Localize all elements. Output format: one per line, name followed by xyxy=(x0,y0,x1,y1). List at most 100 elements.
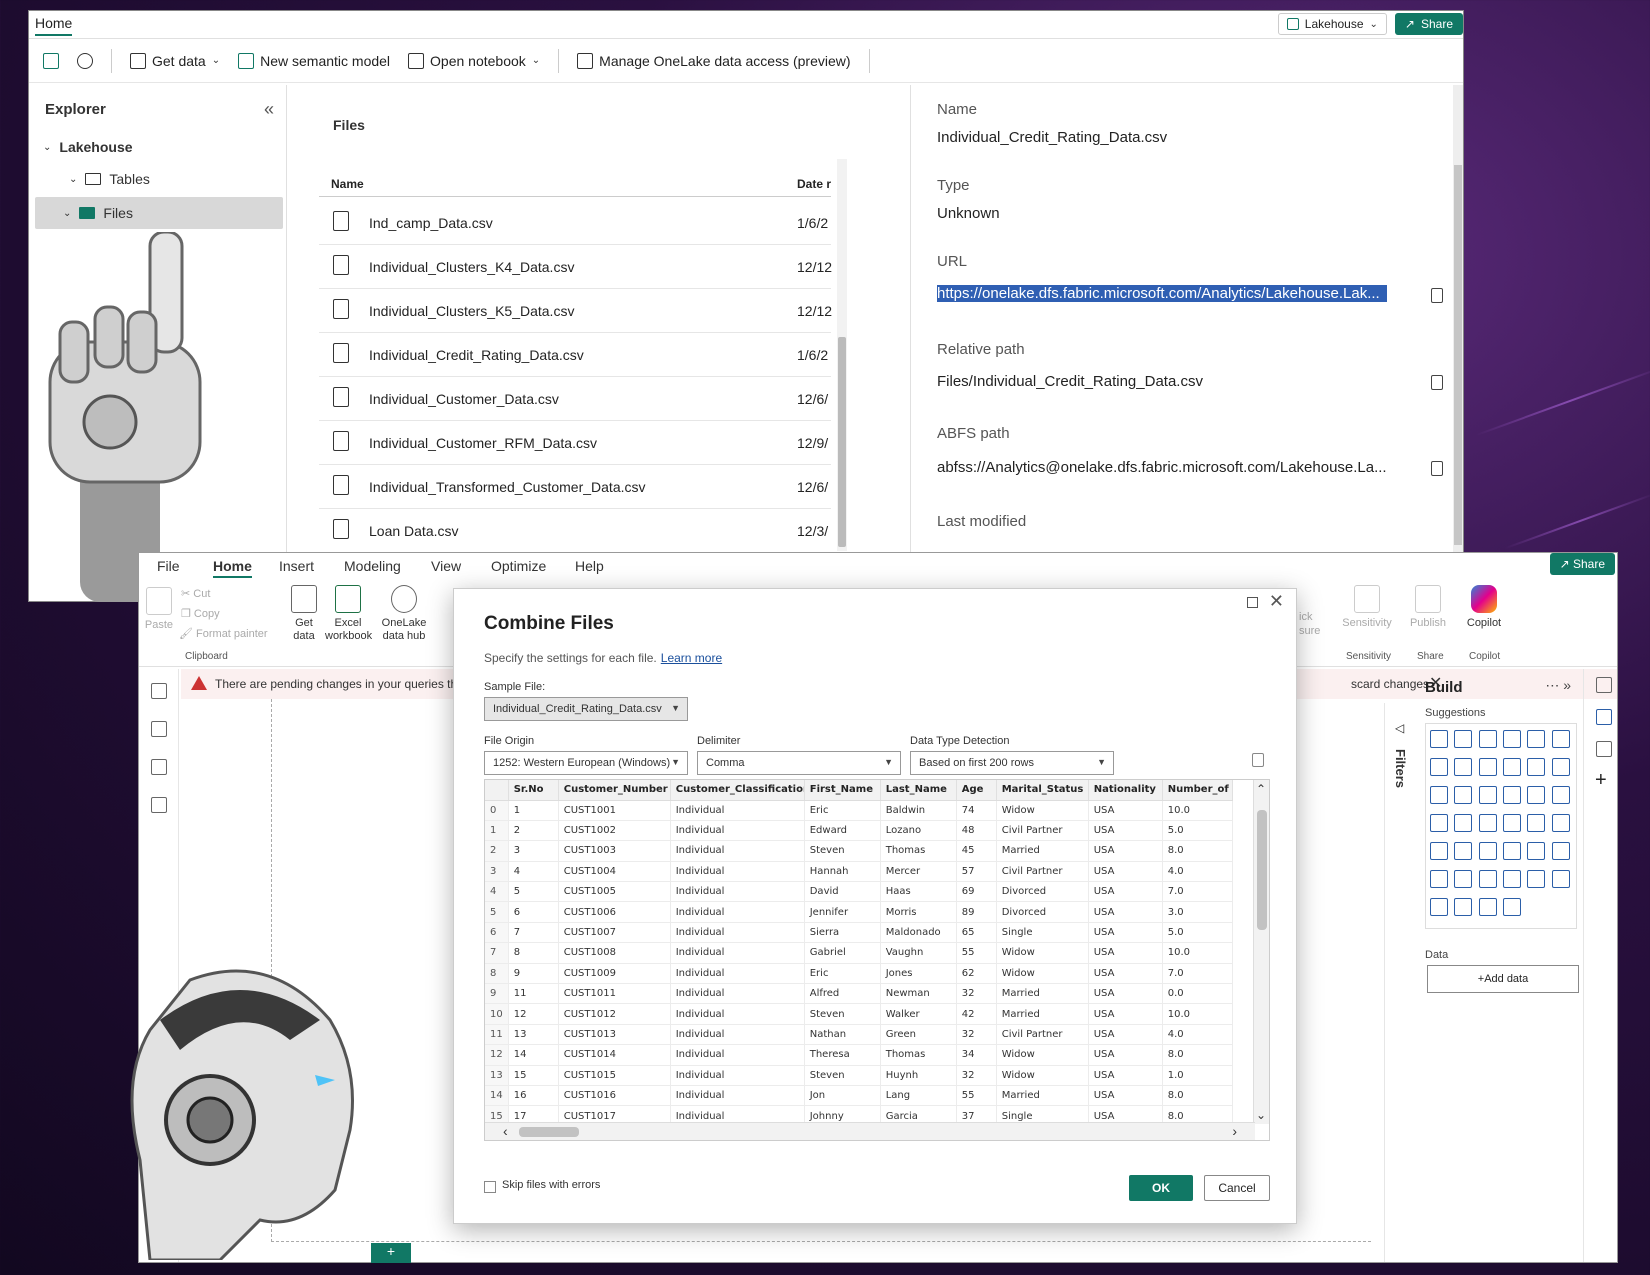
data-type-detection-select[interactable]: Based on first 200 rows ▼ xyxy=(910,751,1114,775)
column-header-name[interactable]: Name xyxy=(331,177,364,191)
format-painter-button[interactable]: 🖌 Format painter xyxy=(179,627,268,640)
visualizations-icon[interactable] xyxy=(1596,709,1612,725)
more-options-icon[interactable]: ⋯ » xyxy=(1545,677,1571,694)
visual-type-icon[interactable] xyxy=(1551,870,1570,888)
visual-type-icon[interactable] xyxy=(1503,786,1521,804)
add-data-button[interactable]: +Add data xyxy=(1427,965,1579,993)
visual-type-icon[interactable] xyxy=(1478,870,1497,888)
report-view-icon[interactable] xyxy=(151,683,167,699)
chevron-right-icon[interactable]: › xyxy=(1232,1123,1237,1139)
close-icon[interactable]: ✕ xyxy=(1269,591,1284,612)
prop-url-value[interactable]: https://onelake.dfs.fabric.microsoft.com… xyxy=(937,285,1387,302)
vertical-scrollbar[interactable]: ⌃ ⌄ xyxy=(1253,780,1269,1124)
visual-type-icon[interactable] xyxy=(1454,842,1473,860)
sample-file-select[interactable]: Individual_Credit_Rating_Data.csv ▼ xyxy=(484,697,688,721)
visual-type-icon[interactable] xyxy=(1527,758,1546,776)
file-row[interactable]: Individual_Clusters_K4_Data.csv 12/12 xyxy=(319,243,832,289)
tab-home[interactable]: Home xyxy=(35,15,73,36)
publish-button[interactable]: Publish xyxy=(1407,585,1449,630)
visual-type-icon[interactable] xyxy=(1503,758,1521,776)
visual-type-icon[interactable] xyxy=(1430,842,1448,860)
file-origin-select[interactable]: 1252: Western European (Windows) ▼ xyxy=(484,751,688,775)
visual-type-icon[interactable] xyxy=(1430,870,1448,888)
format-icon[interactable] xyxy=(1596,741,1612,757)
file-row[interactable]: Individual_Credit_Rating_Data.csv 1/6/2 xyxy=(319,331,831,377)
visual-type-icon[interactable] xyxy=(1527,870,1546,888)
onelake-hub-button[interactable]: OneLake data hub xyxy=(379,585,429,643)
new-semantic-model-button[interactable]: New semantic model xyxy=(238,52,390,69)
copy-icon[interactable] xyxy=(1431,375,1443,390)
visual-type-icon[interactable] xyxy=(1430,730,1448,748)
chevron-left-icon[interactable]: ‹ xyxy=(503,1123,508,1139)
visual-type-icon[interactable] xyxy=(1454,898,1473,916)
visual-type-icon[interactable] xyxy=(1430,898,1448,916)
visual-type-icon[interactable] xyxy=(1478,758,1497,776)
visual-type-icon[interactable] xyxy=(1478,730,1497,748)
add-icon[interactable]: + xyxy=(1595,769,1607,792)
file-row[interactable]: Individual_Clusters_K5_Data.csv 12/12 xyxy=(319,287,832,333)
visual-type-icon[interactable] xyxy=(1551,730,1570,748)
refresh-icon[interactable] xyxy=(43,52,59,69)
column-header-date[interactable]: Date r xyxy=(797,177,831,191)
visual-type-icon[interactable] xyxy=(1551,842,1570,860)
manage-access-button[interactable]: Manage OneLake data access (preview) xyxy=(577,52,851,69)
visual-type-icon[interactable] xyxy=(1503,842,1521,860)
visual-type-icon[interactable] xyxy=(1454,758,1473,776)
visual-type-icon[interactable] xyxy=(1454,730,1473,748)
skip-errors-checkbox[interactable] xyxy=(484,1181,496,1193)
collapse-icon[interactable]: « xyxy=(264,99,274,120)
visual-type-icon[interactable] xyxy=(1430,786,1448,804)
visual-type-icon[interactable] xyxy=(1527,814,1546,832)
visual-type-icon[interactable] xyxy=(1478,786,1497,804)
menu-modeling[interactable]: Modeling xyxy=(344,558,401,574)
file-row[interactable]: Individual_Customer_Data.csv 12/6/ xyxy=(319,375,831,421)
maximize-icon[interactable] xyxy=(1247,597,1258,608)
visual-type-icon[interactable] xyxy=(1454,814,1473,832)
share-button[interactable]: ↗ Share xyxy=(1549,553,1615,575)
file-row[interactable]: Individual_Transformed_Customer_Data.csv… xyxy=(319,463,831,509)
scroll-thumb[interactable] xyxy=(838,337,846,547)
horizontal-scrollbar[interactable]: ‹ › xyxy=(485,1122,1255,1140)
visual-type-icon[interactable] xyxy=(1527,786,1546,804)
menu-view[interactable]: View xyxy=(431,558,461,574)
scroll-thumb[interactable] xyxy=(1454,165,1462,545)
scroll-thumb[interactable] xyxy=(519,1127,579,1137)
get-data-button[interactable]: Get data ⌄ xyxy=(130,52,220,69)
menu-file[interactable]: File xyxy=(157,558,180,574)
visual-type-icon[interactable] xyxy=(1478,842,1497,860)
get-data-button[interactable]: Get data xyxy=(287,585,321,643)
cut-button[interactable]: ✂ Cut xyxy=(181,587,210,600)
refresh-preview-icon[interactable] xyxy=(1252,753,1264,767)
visual-type-icon[interactable] xyxy=(1478,814,1497,832)
tree-item-lakehouse[interactable]: ⌄ Lakehouse xyxy=(43,139,133,155)
delimiter-select[interactable]: Comma ▼ xyxy=(697,751,901,775)
copy-icon[interactable] xyxy=(1431,288,1443,303)
learn-more-link[interactable]: Learn more xyxy=(661,651,722,665)
cancel-button[interactable]: Cancel xyxy=(1204,1175,1270,1201)
copy-icon[interactable] xyxy=(1431,461,1443,476)
open-notebook-button[interactable]: Open notebook ⌄ xyxy=(408,52,540,69)
excel-workbook-button[interactable]: Excel workbook xyxy=(325,585,372,643)
filters-pane[interactable]: ◁ Filters xyxy=(1384,703,1414,1262)
paste-button[interactable]: Paste xyxy=(143,587,175,632)
menu-home[interactable]: Home xyxy=(213,558,252,578)
visual-type-icon[interactable] xyxy=(1503,814,1521,832)
gear-icon[interactable] xyxy=(77,52,93,69)
tree-item-files[interactable]: ⌄ Files xyxy=(35,197,283,229)
visual-type-icon[interactable] xyxy=(1454,786,1473,804)
visual-type-icon[interactable] xyxy=(1503,870,1521,888)
visual-type-icon[interactable] xyxy=(1478,898,1497,916)
file-row[interactable]: Ind_camp_Data.csv 1/6/2 xyxy=(319,199,831,245)
file-row[interactable]: Loan Data.csv 12/3/ xyxy=(319,507,831,553)
chevron-down-icon[interactable]: ⌄ xyxy=(1256,1108,1266,1122)
dax-view-icon[interactable] xyxy=(151,797,167,813)
copy-button[interactable]: ❐ Copy xyxy=(181,607,220,620)
visual-type-icon[interactable] xyxy=(1551,786,1570,804)
visual-type-icon[interactable] xyxy=(1430,814,1448,832)
visual-type-icon[interactable] xyxy=(1527,730,1546,748)
ok-button[interactable]: OK xyxy=(1129,1175,1193,1201)
data-icon[interactable] xyxy=(1596,677,1612,693)
visual-type-icon[interactable] xyxy=(1551,758,1570,776)
visual-type-icon[interactable] xyxy=(1551,814,1570,832)
tree-item-tables[interactable]: ⌄ Tables xyxy=(69,171,150,187)
